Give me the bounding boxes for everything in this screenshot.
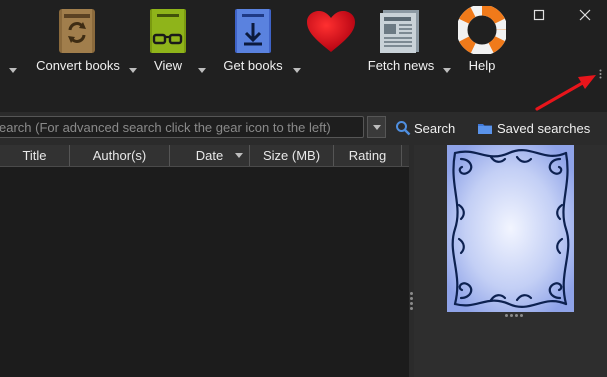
search-history-dropdown[interactable] [367,116,386,138]
close-icon [579,9,591,21]
fetch-news-button[interactable]: Fetch news [365,4,437,80]
column-header-rating[interactable]: Rating [334,145,402,166]
fetch-news-dropdown[interactable] [443,68,451,73]
date-header-label: Date [195,148,224,163]
heart-icon [307,11,355,52]
convert-books-button[interactable]: Convert books [30,4,126,80]
search-icon [396,121,411,136]
convert-books-dropdown[interactable] [129,68,137,73]
chevron-down-icon[interactable] [9,68,17,73]
convert-books-icon [59,9,95,53]
get-books-dropdown[interactable] [293,68,301,73]
get-books-label: Get books [223,58,283,73]
column-header-date[interactable]: Date [170,145,250,166]
sort-indicator-icon [235,153,243,158]
book-list[interactable] [0,145,409,377]
cover-resize-handle[interactable] [505,314,523,317]
table-header: Title Author(s) Date Size (MB) Rating [0,145,409,167]
search-input[interactable]: earch (For advanced search click the gea… [0,116,364,138]
maximize-icon [533,9,545,21]
column-header-authors[interactable]: Author(s) [70,145,170,166]
newspaper-icon [380,10,419,53]
get-books-icon [235,9,271,53]
saved-searches-label: Saved searches [497,120,591,136]
lifebuoy-icon [458,6,506,54]
fetch-news-label: Fetch news [367,58,435,73]
maximize-button[interactable] [516,0,562,30]
view-dropdown[interactable] [198,68,206,73]
chevron-down-icon [372,124,381,130]
close-button[interactable] [562,0,607,30]
convert-books-label: Convert books [36,58,120,73]
book-cover-image[interactable] [447,145,574,312]
search-button[interactable]: Search [395,118,455,138]
view-label: View [154,58,182,73]
help-button[interactable]: Help [455,4,509,80]
donate-heart-button[interactable] [303,4,359,80]
folder-icon [478,124,492,134]
splitter-handle-icon[interactable] [410,292,413,312]
annotation-arrow [535,75,596,111]
view-button[interactable]: View [140,4,196,80]
help-label: Help [468,58,496,73]
get-books-button[interactable]: Get books [215,4,291,80]
column-header-title[interactable]: Title [0,145,70,166]
saved-searches-button[interactable]: Saved searches [477,118,590,138]
search-button-label: Search [414,120,456,136]
column-header-size[interactable]: Size (MB) [250,145,334,166]
view-glasses-icon [150,9,186,53]
